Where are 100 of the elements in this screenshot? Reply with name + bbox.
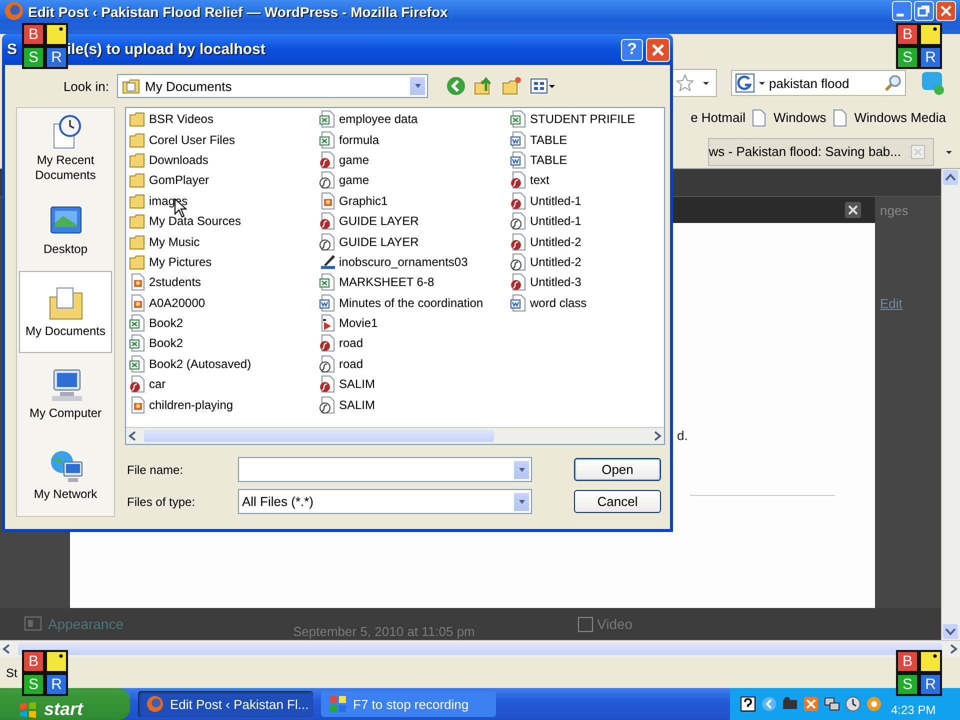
- file-item[interactable]: TABLE: [510, 150, 660, 170]
- clock-tray-icon[interactable]: [845, 696, 861, 712]
- taskbar-button[interactable]: Edit Post ‹ Pakistan Fl...: [138, 691, 313, 717]
- close-icon[interactable]: [845, 202, 861, 218]
- file-item[interactable]: Book2: [129, 333, 319, 354]
- scroll-up-icon[interactable]: [942, 169, 959, 186]
- file-item[interactable]: Untitled-2: [510, 252, 660, 272]
- file-item[interactable]: word class: [510, 292, 660, 313]
- places-item[interactable]: My Computer: [19, 352, 112, 434]
- file-item[interactable]: TABLE: [510, 129, 660, 150]
- file-item[interactable]: GomPlayer: [129, 170, 319, 191]
- recorder-button[interactable]: R: [919, 46, 942, 69]
- file-item[interactable]: game: [319, 170, 510, 191]
- file-item[interactable]: SALIM: [319, 394, 510, 415]
- expand-tray-icon[interactable]: [761, 696, 777, 712]
- horizontal-scrollbar[interactable]: [0, 640, 960, 657]
- minimize-button[interactable]: [892, 1, 912, 21]
- file-item[interactable]: My Pictures: [129, 252, 319, 272]
- file-item[interactable]: Untitled-3: [510, 272, 660, 293]
- places-item[interactable]: Desktop: [19, 190, 112, 272]
- scroll-down-icon[interactable]: [942, 623, 959, 640]
- search-engine-icon[interactable]: [735, 73, 755, 93]
- file-item[interactable]: 2students: [129, 272, 319, 293]
- file-item[interactable]: BSR Videos: [129, 109, 319, 130]
- file-item[interactable]: employee data: [319, 109, 510, 130]
- file-item[interactable]: road: [319, 354, 510, 374]
- recorder-button[interactable]: B: [22, 650, 45, 673]
- file-item[interactable]: children-playing: [129, 394, 319, 415]
- file-item[interactable]: formula: [319, 129, 510, 150]
- file-item[interactable]: A0A20000: [129, 292, 319, 313]
- dropdown-button[interactable]: [513, 460, 530, 480]
- file-item[interactable]: Book2 (Autosaved): [129, 354, 319, 374]
- bookmark-link[interactable]: Windows Media: [854, 110, 946, 125]
- media-file-icon: [510, 273, 527, 292]
- vertical-scrollbar[interactable]: [941, 169, 960, 640]
- places-item[interactable]: My Documents: [19, 271, 112, 353]
- file-item[interactable]: text: [510, 170, 660, 191]
- file-item[interactable]: Downloads: [129, 150, 319, 170]
- look-in-dropdown[interactable]: My Documents: [117, 74, 428, 98]
- file-item[interactable]: road: [319, 333, 510, 354]
- file-item[interactable]: My Music: [129, 231, 319, 252]
- note-button[interactable]: [919, 23, 942, 46]
- note-button[interactable]: [45, 650, 68, 673]
- start-button[interactable]: start: [0, 688, 130, 720]
- media-file-icon: [319, 334, 336, 352]
- views-menu-icon[interactable]: [530, 76, 556, 96]
- file-item[interactable]: Graphic1: [319, 190, 510, 211]
- file-item[interactable]: Movie1: [319, 312, 510, 334]
- file-item[interactable]: game: [319, 150, 510, 170]
- source-file-icon: [319, 232, 336, 251]
- file-item[interactable]: car: [129, 374, 319, 394]
- checkbox[interactable]: [578, 616, 593, 632]
- bookmark-link[interactable]: e Hotmail: [690, 110, 746, 125]
- places-item[interactable]: My Network: [19, 434, 112, 516]
- note-button[interactable]: [45, 23, 68, 46]
- recorder-button[interactable]: B: [896, 650, 919, 673]
- note-button[interactable]: [919, 650, 942, 673]
- file-item[interactable]: My Data Sources: [129, 210, 319, 232]
- file-item[interactable]: SALIM: [319, 374, 510, 394]
- recorder-button[interactable]: B: [22, 23, 45, 46]
- file-item[interactable]: Untitled-1: [510, 210, 660, 232]
- cancel-button[interactable]: Cancel: [574, 490, 661, 513]
- dropdown-button[interactable]: [513, 492, 530, 512]
- search-icon[interactable]: [884, 74, 902, 92]
- help-tray-icon[interactable]: [740, 696, 756, 712]
- dropdown-button[interactable]: [409, 76, 426, 96]
- recorder-button[interactable]: B: [896, 23, 919, 46]
- file-item[interactable]: Book2: [129, 312, 319, 334]
- file-name-field[interactable]: [238, 457, 532, 482]
- up-folder-icon[interactable]: [474, 76, 494, 96]
- recorder-button[interactable]: R: [45, 673, 68, 696]
- file-item[interactable]: Untitled-2: [510, 231, 660, 252]
- media-tray-icon[interactable]: [866, 696, 882, 712]
- file-item[interactable]: inobscuro_ornaments03: [319, 252, 510, 272]
- image-file-icon: [129, 396, 146, 414]
- file-item[interactable]: GUIDE LAYER: [319, 210, 510, 232]
- file-item[interactable]: GUIDE LAYER: [319, 231, 510, 252]
- search-field[interactable]: pakistan flood: [731, 70, 906, 96]
- recorder-button[interactable]: R: [919, 673, 942, 696]
- bookmark-link[interactable]: Windows: [773, 110, 826, 125]
- recorder-button[interactable]: R: [45, 46, 68, 69]
- places-item[interactable]: My Recent Documents: [19, 108, 112, 190]
- back-icon[interactable]: [446, 76, 466, 96]
- file-item[interactable]: MARKSHEET 6-8: [319, 272, 510, 293]
- close-button[interactable]: [646, 38, 670, 62]
- horizontal-scrollbar[interactable]: [126, 427, 664, 444]
- new-folder-icon[interactable]: [502, 76, 522, 96]
- app-tray-icon[interactable]: [803, 696, 819, 712]
- file-item[interactable]: Corel User Files: [129, 129, 319, 150]
- browser-tab[interactable]: ws - Pakistan flood: Saving bab...: [708, 138, 934, 166]
- network-tray-icon[interactable]: [824, 696, 840, 712]
- help-button[interactable]: ?: [621, 38, 643, 60]
- file-type-dropdown[interactable]: All Files (*.*): [238, 489, 532, 514]
- close-button[interactable]: [936, 1, 956, 21]
- restore-button[interactable]: [914, 1, 934, 21]
- file-item[interactable]: Minutes of the coordination: [319, 292, 510, 313]
- file-item[interactable]: Untitled-1: [510, 190, 660, 211]
- file-item[interactable]: STUDENT PRIFILE: [510, 109, 660, 130]
- open-button[interactable]: Open: [574, 458, 661, 481]
- taskbar-button[interactable]: F7 to stop recording: [321, 691, 496, 717]
